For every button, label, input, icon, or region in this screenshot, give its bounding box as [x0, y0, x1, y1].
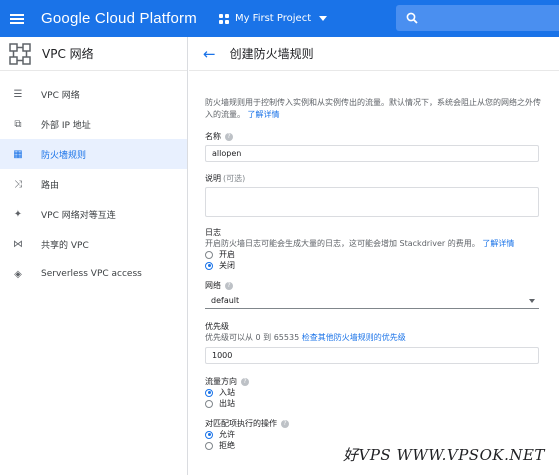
page-title: 创建防火墙规则 [229, 47, 314, 61]
help-icon[interactable]: ? [281, 419, 289, 428]
serverless-icon: ◈ [14, 268, 22, 280]
project-selector[interactable]: My First Project [218, 13, 328, 24]
project-icon [218, 13, 229, 24]
sidebar: VPC 网络 ☰ VPC 网络 ⧉ 外部 IP 地址 ▦ 防火墙规则 ⤨ 路由 … [0, 37, 188, 475]
action-allow-label: 允许 [219, 430, 235, 439]
hamburger-menu-icon[interactable] [10, 13, 24, 24]
radio-button-selected[interactable] [205, 388, 213, 397]
network-select[interactable]: default [205, 293, 539, 309]
watermark: 好VPS WWW.VPSOK.NET [343, 446, 545, 464]
action-deny-label: 拒绝 [219, 441, 235, 450]
firewall-form: 防火墙规则用于控制传入实例和从实例传出的流量。默认情况下，系统会阻止从您的网络之… [205, 71, 545, 451]
sidebar-item-external-ip[interactable]: ⧉ 外部 IP 地址 [0, 109, 187, 139]
logs-label: 日志 [205, 228, 221, 237]
learn-more-link[interactable]: 了解详情 [248, 110, 280, 119]
logs-on-radio[interactable]: 开启 [205, 249, 545, 260]
priority-desc-text: 优先级可以从 0 到 65535 [205, 333, 300, 342]
shared-vpc-icon: ⋈ [13, 238, 23, 250]
top-app-bar: Google Cloud Platform My First Project [0, 0, 559, 37]
name-label: 名称 ? [205, 131, 545, 142]
form-description: 防火墙规则用于控制传入实例和从实例传出的流量。默认情况下，系统会阻止从您的网络之… [205, 97, 545, 121]
help-icon[interactable]: ? [241, 377, 249, 386]
action-allow-radio[interactable]: 允许 [205, 429, 545, 440]
logs-off-radio[interactable]: 关闭 [205, 260, 545, 271]
direction-label-text: 流量方向 [205, 377, 237, 386]
logs-description: 开启防火墙日志可能会生成大量的日志，这可能会增加 Stackdriver 的费用… [205, 238, 545, 249]
sidebar-item-label: 外部 IP 地址 [41, 120, 91, 131]
priority-field[interactable]: 1000 [205, 347, 539, 364]
description-label: 说明 (可选) [205, 173, 545, 184]
logs-off-label: 关闭 [219, 261, 235, 270]
radio-button-selected[interactable] [205, 430, 213, 439]
name-value: allopen [212, 149, 242, 158]
name-label-text: 名称 [205, 132, 221, 141]
direction-ingress-radio[interactable]: 入站 [205, 387, 545, 398]
radio-button[interactable] [205, 441, 213, 450]
search-icon [406, 12, 418, 24]
brand-title[interactable]: Google Cloud Platform [41, 10, 197, 27]
sidebar-item-shared-vpc[interactable]: ⋈ 共享的 VPC [0, 229, 187, 259]
radio-button[interactable] [205, 250, 213, 259]
action-label: 对匹配项执行的操作 ? [205, 418, 545, 429]
action-label-text: 对匹配项执行的操作 [205, 419, 277, 428]
radio-button-selected[interactable] [205, 261, 213, 270]
radio-button[interactable] [205, 399, 213, 408]
sidebar-item-label: 共享的 VPC [41, 240, 89, 251]
logs-learn-more-link[interactable]: 了解详情 [482, 239, 514, 248]
sidebar-item-peering[interactable]: ✦ VPC 网络对等互连 [0, 199, 187, 229]
network-value: default [211, 296, 240, 305]
direction-out-label: 出站 [219, 399, 235, 408]
sidebar-item-label: VPC 网络 [41, 90, 80, 101]
help-icon[interactable]: ? [225, 132, 233, 141]
description-label-text: 说明 [205, 174, 221, 183]
direction-label: 流量方向 ? [205, 376, 545, 387]
sidebar-header: VPC 网络 [0, 37, 187, 71]
sidebar-item-firewall[interactable]: ▦ 防火墙规则 [0, 139, 187, 169]
direction-egress-radio[interactable]: 出站 [205, 398, 545, 409]
direction-in-label: 入站 [219, 388, 235, 397]
main-header: ← 创建防火墙规则 [189, 37, 559, 71]
logs-desc-text: 开启防火墙日志可能会生成大量的日志，这可能会增加 Stackdriver 的费用… [205, 239, 480, 248]
main-panel: ← 创建防火墙规则 防火墙规则用于控制传入实例和从实例传出的流量。默认情况下，系… [189, 37, 559, 475]
network-label-text: 网络 [205, 281, 221, 290]
logs-on-label: 开启 [219, 250, 235, 259]
routes-icon: ⤨ [14, 178, 22, 190]
priority-value: 1000 [212, 351, 233, 360]
optional-tag: (可选) [223, 174, 246, 183]
external-ip-icon: ⧉ [14, 118, 22, 130]
search-input[interactable] [396, 5, 559, 31]
peering-icon: ✦ [13, 208, 23, 220]
sidebar-item-label: 路由 [41, 180, 60, 191]
vpc-network-icon: ☰ [13, 88, 23, 100]
vpc-network-logo-icon [9, 42, 31, 65]
project-name: My First Project [234, 13, 312, 24]
chevron-down-icon [319, 16, 328, 21]
firewall-icon: ▦ [13, 148, 23, 160]
sidebar-item-label: Serverless VPC access [41, 269, 142, 279]
help-icon[interactable]: ? [225, 281, 233, 290]
network-label: 网络 ? [205, 280, 545, 291]
name-field[interactable]: allopen [205, 145, 539, 162]
sidebar-item-vpc-network[interactable]: ☰ VPC 网络 [0, 79, 187, 109]
sidebar-item-label: VPC 网络对等互连 [41, 210, 116, 221]
check-priority-link[interactable]: 检查其他防火墙规则的优先级 [302, 333, 406, 342]
sidebar-title: VPC 网络 [42, 47, 94, 61]
description-field[interactable] [205, 187, 539, 217]
priority-description: 优先级可以从 0 到 65535 检查其他防火墙规则的优先级 [205, 332, 545, 343]
chevron-down-icon [529, 298, 535, 303]
sidebar-item-routes[interactable]: ⤨ 路由 [0, 169, 187, 199]
sidebar-item-label: 防火墙规则 [41, 150, 87, 161]
priority-label: 优先级 [205, 322, 229, 331]
back-arrow-icon[interactable]: ← [203, 45, 216, 63]
sidebar-item-serverless[interactable]: ◈ Serverless VPC access [0, 259, 187, 289]
